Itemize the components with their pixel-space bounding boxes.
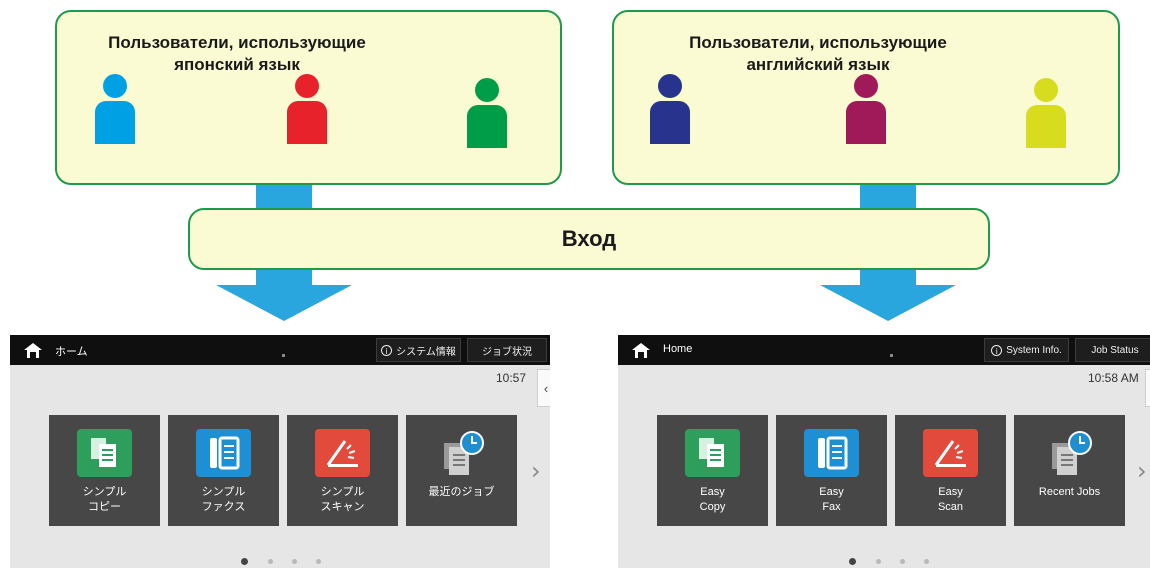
next-page-arrow[interactable]: › — [531, 457, 541, 485]
connector-right-top — [860, 185, 916, 210]
home-label: ホーム — [55, 346, 88, 358]
tile-label: Easy Scan — [937, 486, 964, 513]
easy-fax-tile[interactable]: Easy Fax — [776, 415, 887, 526]
recent-jobs-tile[interactable]: 最近のジョブ — [406, 415, 517, 526]
info-icon: i — [991, 344, 1003, 356]
page-dot[interactable] — [292, 559, 297, 564]
tile-label: Easy Copy — [699, 486, 726, 513]
group-title: Пользователи, использующие английский яз… — [689, 33, 947, 74]
tile-label: シンプル コピー — [82, 486, 127, 513]
user-icon — [287, 74, 327, 144]
tile-label: Easy Fax — [819, 486, 844, 513]
easy-scan-tile[interactable]: Easy Scan — [895, 415, 1006, 526]
user-icon — [846, 74, 886, 144]
arrow-down-icon — [216, 285, 352, 321]
arrow-down-icon — [820, 285, 956, 321]
tile-label: シンプル スキャン — [320, 486, 365, 513]
recent-jobs-tile[interactable]: Recent Jobs — [1014, 415, 1125, 526]
page-dot[interactable] — [268, 559, 273, 564]
home-screen-english: Home i System Info. Job Status 10:58 AM … — [618, 335, 1150, 568]
fax-icon — [804, 429, 859, 477]
tile-label: Recent Jobs — [1038, 486, 1101, 498]
user-icon — [467, 78, 507, 148]
recent-jobs-icon — [434, 429, 489, 477]
connector-right-bottom — [860, 270, 916, 286]
scan-icon — [923, 429, 978, 477]
next-page-arrow[interactable]: › — [1137, 457, 1147, 485]
recent-jobs-icon — [1042, 429, 1097, 477]
easy-fax-tile[interactable]: シンプル ファクス — [168, 415, 279, 526]
job-status-label: Job Status — [1091, 344, 1139, 356]
home-screen-japanese: ホーム i システム情報 ジョブ状況 10:57 ‹ シンプル コピー シンプル… — [10, 335, 550, 568]
easy-copy-tile[interactable]: シンプル コピー — [49, 415, 160, 526]
login-box: Вход — [188, 208, 990, 270]
system-info-label: システム情報 — [396, 346, 456, 358]
home-icon[interactable] — [23, 342, 43, 359]
info-icon: i — [381, 344, 393, 356]
system-info-button[interactable]: i システム情報 — [376, 338, 461, 362]
page-dot[interactable] — [241, 558, 248, 565]
system-info-button[interactable]: i System Info. — [984, 338, 1069, 362]
page-dot[interactable] — [924, 559, 929, 564]
page-dot[interactable] — [900, 559, 905, 564]
copy-icon — [77, 429, 132, 477]
tile-label: シンプル ファクス — [201, 486, 246, 513]
side-panel-tab[interactable]: ‹ — [537, 369, 550, 407]
clock: 10:58 AM — [1088, 371, 1139, 385]
user-icon — [650, 74, 690, 144]
home-label: Home — [663, 343, 693, 355]
user-icon — [1026, 78, 1066, 148]
login-label: Вход — [561, 226, 617, 251]
user-icon — [95, 74, 135, 144]
easy-copy-tile[interactable]: Easy Copy — [657, 415, 768, 526]
english-users-box: Пользователи, использующие английский яз… — [612, 10, 1120, 185]
job-status-button[interactable]: Job Status — [1075, 338, 1150, 362]
scan-icon — [315, 429, 370, 477]
side-panel-tab[interactable]: ‹ — [1145, 369, 1150, 407]
group-title: Пользователи, использующие японский язык — [108, 33, 366, 74]
clock: 10:57 — [496, 371, 527, 385]
copy-icon — [685, 429, 740, 477]
connector-left-top — [256, 185, 312, 210]
tile-label: 最近のジョブ — [428, 486, 495, 498]
top-bar: ホーム i システム情報 ジョブ状況 — [10, 335, 550, 365]
home-icon[interactable] — [631, 342, 651, 359]
job-status-button[interactable]: ジョブ状況 — [467, 338, 547, 362]
top-bar: Home i System Info. Job Status — [618, 335, 1150, 365]
page-dot[interactable] — [316, 559, 321, 564]
page-dot[interactable] — [876, 559, 881, 564]
page-dot[interactable] — [849, 558, 856, 565]
fax-icon — [196, 429, 251, 477]
job-status-label: ジョブ状況 — [482, 346, 532, 358]
easy-scan-tile[interactable]: シンプル スキャン — [287, 415, 398, 526]
japanese-users-box: Пользователи, использующие японский язык — [55, 10, 562, 185]
connector-left-bottom — [256, 270, 312, 286]
system-info-label: System Info. — [1006, 344, 1062, 356]
